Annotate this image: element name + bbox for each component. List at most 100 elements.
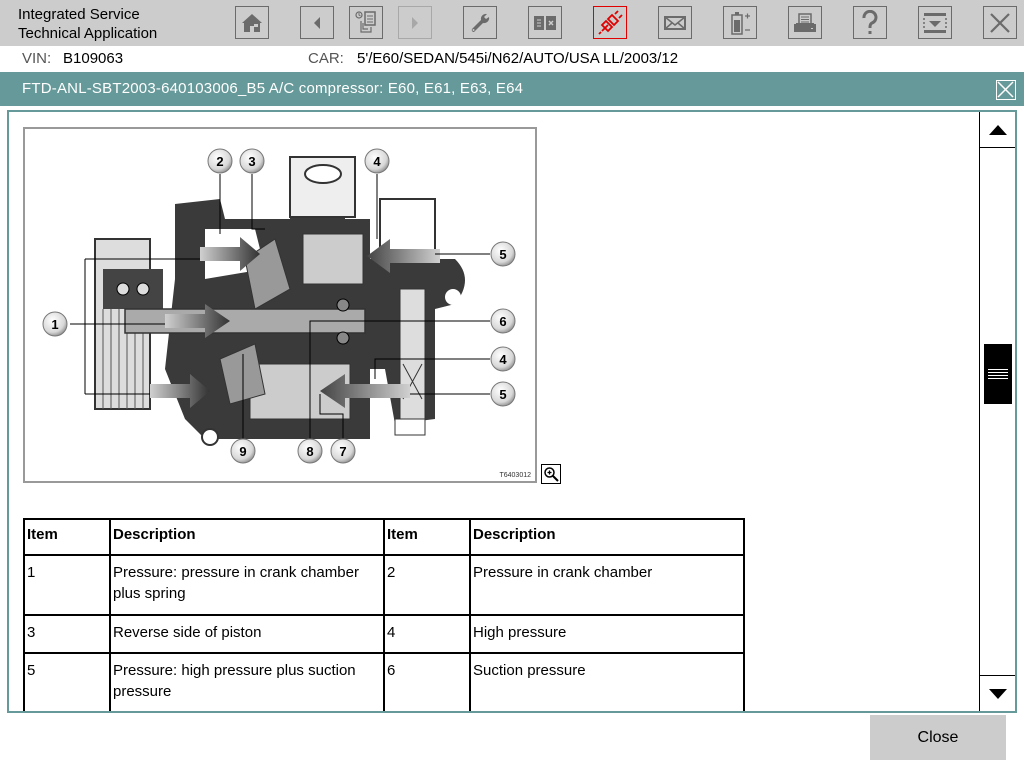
messages-button[interactable]: [658, 6, 692, 39]
grip-line: [988, 372, 1008, 374]
legend-table: Item Description Item Description 1 Pres…: [23, 518, 745, 711]
grip-line: [988, 375, 1008, 377]
document-title: FTD-ANL-SBT2003-640103006_B5 A/C compres…: [22, 80, 524, 97]
service-button[interactable]: [463, 6, 497, 39]
history-documents-icon: [355, 10, 376, 33]
svg-text:5: 5: [499, 247, 506, 262]
callout-5-bottom: 5: [490, 381, 516, 407]
callout-2: 2: [207, 148, 233, 174]
help-button[interactable]: [853, 6, 887, 39]
close-document-button[interactable]: [996, 80, 1016, 100]
wrench-icon: [471, 13, 490, 32]
callout-3: 3: [239, 148, 265, 174]
svg-text:5: 5: [499, 387, 506, 402]
print-button[interactable]: [788, 6, 822, 39]
app-title-line1: Integrated Service: [18, 6, 140, 23]
vin-label: VIN:: [22, 50, 52, 67]
envelope-icon: [664, 15, 686, 30]
control-valve: [370, 198, 465, 436]
battery-icon: [731, 11, 750, 35]
header-description: Description: [469, 518, 745, 556]
compressor-cutaway-illustration: 1 2 3 4 5 6 4 5 7 8 9: [42, 148, 516, 464]
home-button[interactable]: [235, 6, 269, 39]
table-row: 3 Reverse side of piston 4 High pressure: [23, 614, 745, 654]
table-row: 5 Pressure: high pressure plus suction p…: [23, 652, 745, 711]
connection-button[interactable]: [593, 6, 627, 39]
item-description: Pressure: high pressure plus suction pre…: [109, 652, 385, 711]
exit-button[interactable]: [983, 6, 1017, 39]
figure-code: T6403012: [499, 472, 531, 479]
item-number: 3: [23, 614, 111, 654]
svg-text:4: 4: [373, 154, 381, 169]
scroll-up-button[interactable]: [980, 112, 1015, 148]
callout-1: 1: [42, 311, 68, 337]
arrow-right-icon: [412, 16, 418, 29]
car-label: CAR:: [308, 50, 344, 67]
header-description: Description: [109, 518, 385, 556]
document-content-frame: 1 2 3 4 5 6 4 5 7 8 9 T6403012 Item Desc…: [7, 110, 1017, 713]
svg-text:8: 8: [306, 444, 313, 459]
app-title: Integrated Service Technical Application: [18, 5, 157, 43]
arrow-left-icon: [314, 16, 320, 29]
svg-text:6: 6: [499, 314, 506, 329]
minimize-panel-button[interactable]: [918, 6, 952, 39]
close-icon: [990, 12, 1010, 33]
callout-4-top: 4: [364, 148, 390, 174]
compressor-diagram: 1 2 3 4 5 6 4 5 7 8 9 T6403012: [23, 127, 537, 483]
item-number: 6: [383, 652, 471, 711]
item-number: 1: [23, 554, 111, 616]
panel-down-icon: [923, 12, 947, 33]
app-title-line2: Technical Application: [18, 25, 158, 42]
callout-8: 8: [297, 438, 323, 464]
item-description: Reverse side of piston: [109, 614, 385, 654]
grip-line: [988, 369, 1008, 371]
main-toolbar: Integrated Service Technical Application: [0, 0, 1024, 46]
item-number: 4: [383, 614, 471, 654]
car-value: 5'/E60/SEDAN/545i/N62/AUTO/USA LL/2003/1…: [357, 50, 679, 67]
document-close-icon: [534, 15, 556, 30]
item-number: 2: [383, 554, 471, 616]
header-item: Item: [383, 518, 471, 556]
scroll-down-button[interactable]: [980, 675, 1015, 711]
header-item: Item: [23, 518, 111, 556]
item-description: High pressure: [469, 614, 745, 654]
scroll-thumb[interactable]: [984, 344, 1012, 405]
svg-text:9: 9: [239, 444, 246, 459]
vertical-scrollbar[interactable]: [979, 112, 1015, 711]
forward-button[interactable]: [398, 6, 432, 39]
triangle-up-icon: [989, 124, 1007, 135]
triangle-down-icon: [989, 688, 1007, 699]
home-icon: [242, 13, 262, 32]
magnifier-plus-icon: [544, 467, 559, 482]
document-scroll-area: 1 2 3 4 5 6 4 5 7 8 9 T6403012 Item Desc…: [9, 112, 979, 711]
callout-7: 7: [330, 438, 356, 464]
split-view-button[interactable]: [528, 6, 562, 39]
table-row: 1 Pressure: pressure in crank chamber pl…: [23, 554, 745, 616]
vin-value: B109063: [63, 50, 124, 67]
callout-6: 6: [490, 308, 516, 334]
svg-text:2: 2: [216, 154, 223, 169]
zoom-image-button[interactable]: [541, 464, 561, 484]
item-description: Pressure in crank chamber: [469, 554, 745, 616]
table-header-row: Item Description Item Description: [23, 518, 745, 556]
callout-5-top: 5: [490, 241, 516, 267]
history-button[interactable]: [349, 6, 383, 39]
svg-text:4: 4: [499, 352, 507, 367]
svg-text:7: 7: [339, 444, 346, 459]
callout-9: 9: [230, 438, 256, 464]
item-description: Pressure: pressure in crank chamber plus…: [109, 554, 385, 616]
battery-button[interactable]: [723, 6, 757, 39]
document-title-bar: FTD-ANL-SBT2003-640103006_B5 A/C compres…: [0, 72, 1024, 106]
plug-connector-icon: [598, 9, 623, 35]
grip-line: [988, 378, 1008, 380]
close-button[interactable]: Close: [870, 715, 1006, 760]
vehicle-info-bar: VIN: B109063 CAR: 5'/E60/SEDAN/545i/N62/…: [0, 46, 1024, 72]
item-number: 5: [23, 652, 111, 711]
question-mark-icon: [862, 9, 878, 34]
item-description: Suction pressure: [469, 652, 745, 711]
printer-icon: [794, 12, 816, 32]
callout-4-bottom: 4: [490, 346, 516, 372]
close-icon: [997, 81, 1014, 98]
back-button[interactable]: [300, 6, 334, 39]
svg-text:3: 3: [248, 154, 255, 169]
